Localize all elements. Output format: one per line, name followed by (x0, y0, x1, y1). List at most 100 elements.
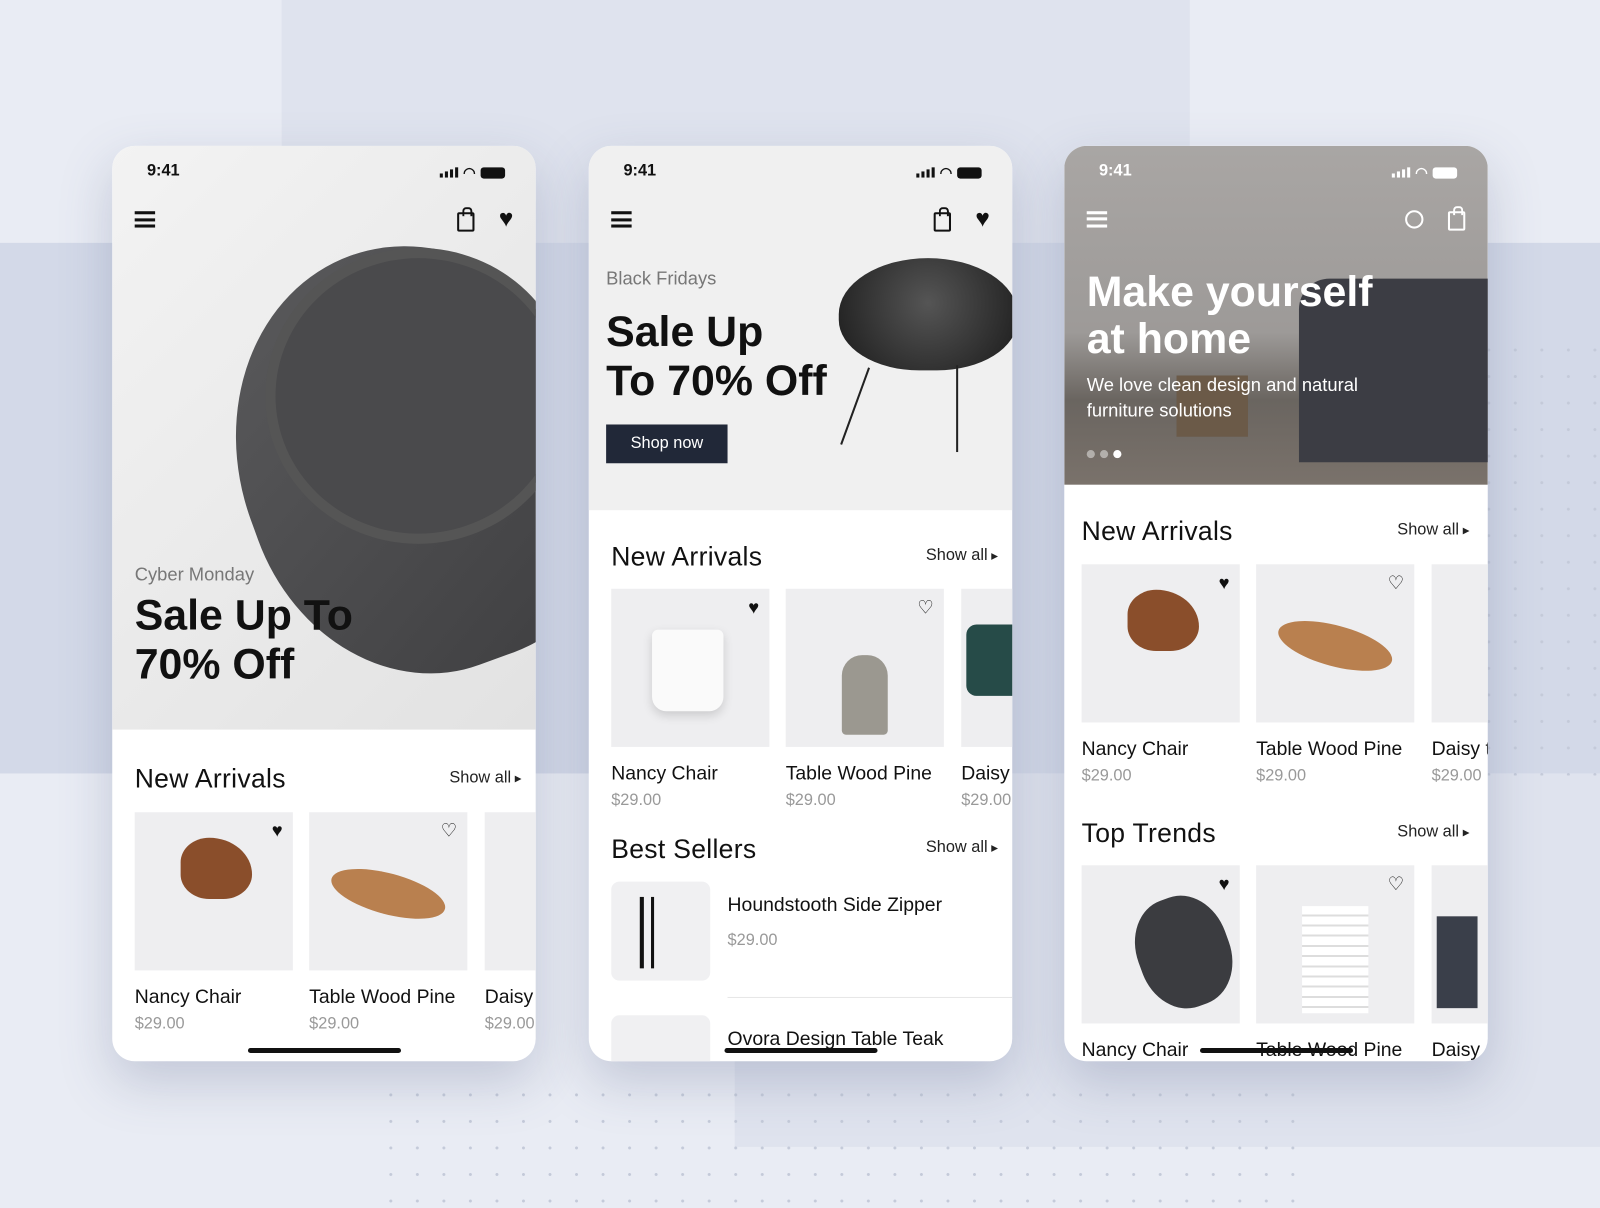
hero-subtitle: We love clean design and natural furnitu… (1087, 372, 1358, 423)
product-name: Daisy (961, 763, 1010, 785)
show-all-link[interactable]: Show all (449, 769, 521, 787)
product-thumb[interactable] (611, 1015, 711, 1062)
section-title: New Arrivals (611, 540, 763, 572)
product-image: ♥ (1081, 865, 1240, 1024)
show-all-link[interactable]: Show all (926, 839, 998, 857)
status-bar: 9:41 ◠ (1098, 162, 1458, 182)
section-title: New Arrivals (1081, 515, 1233, 546)
menu-icon[interactable] (134, 211, 156, 228)
product-card[interactable]: ♥ Nancy Chair $29.00 (1081, 564, 1240, 785)
hero-title: Sale Up To 70% Off (606, 307, 827, 405)
hero-subtitle-line: We love clean design and natural (1086, 374, 1358, 395)
status-bar: 9:41 ◠ (623, 162, 982, 182)
status-bar: 9:41 ◠ (146, 162, 506, 182)
phone-screen-2: Black Fridays Sale Up To 70% Off Shop no… (588, 145, 1013, 1062)
status-time: 9:41 (1098, 162, 1132, 180)
heart-outline-icon[interactable]: ♡ (1388, 572, 1404, 593)
product-price: $29.00 (1081, 767, 1132, 785)
heart-icon[interactable]: ♥ (499, 207, 514, 231)
product-card[interactable]: ♡Table Wood Pine (1256, 865, 1415, 1061)
product-name: Daisy t (1431, 738, 1488, 761)
signal-icon (1391, 167, 1410, 178)
product-card[interactable]: ♡ Table Wood Pine $29.00 (309, 812, 468, 1033)
show-all-link[interactable]: Show all (1397, 521, 1469, 539)
hero-title-line: 70% Off (134, 639, 295, 688)
heart-filled-icon[interactable]: ♥ (1219, 572, 1230, 593)
phone-screen-3: Make yourself at home We love clean desi… (1064, 145, 1488, 1062)
product-image: ♡ (309, 812, 468, 971)
hero-title-line: Sale Up To (134, 590, 353, 639)
hero-kicker: Black Fridays (606, 268, 717, 289)
signal-icon (439, 167, 458, 178)
product-price: $29.00 (134, 1015, 185, 1033)
heart-outline-icon[interactable]: ♡ (441, 820, 457, 841)
product-image (961, 588, 1013, 747)
clothes-rack-image (1436, 916, 1478, 1009)
carousel-dot[interactable] (1086, 449, 1095, 459)
show-all-link[interactable]: Show all (926, 547, 998, 565)
hero-title: Make yourself at home (1087, 268, 1373, 362)
battery-icon (480, 166, 506, 179)
heart-filled-icon[interactable]: ♥ (748, 597, 759, 618)
heart-filled-icon[interactable]: ♥ (272, 820, 283, 841)
product-card[interactable]: ♥ Nancy Chair $29.00 (134, 812, 293, 1033)
product-card[interactable]: Daisy $29.00 (961, 588, 1013, 810)
product-price: $29.00 (611, 791, 662, 810)
shopping-bag-icon[interactable] (456, 206, 475, 232)
product-image (1431, 564, 1488, 723)
wifi-icon: ◠ (463, 163, 476, 181)
product-image: ♥ (134, 812, 293, 971)
product-card[interactable]: Daisy t $29.00 (1431, 564, 1488, 785)
hero-banner: Black Fridays Sale Up To 70% Off Shop no… (588, 145, 1013, 511)
carousel-dots[interactable] (1086, 449, 1122, 459)
product-name[interactable]: Houndstooth Side Zipper (728, 895, 942, 917)
menu-icon[interactable] (611, 211, 632, 228)
hero-title-line: To 70% Off (606, 356, 827, 405)
carousel-dot[interactable] (1099, 449, 1109, 459)
product-image (484, 812, 536, 971)
product-card[interactable]: Daisy $29.00 (484, 812, 536, 1033)
heart-filled-icon[interactable]: ♥ (1219, 873, 1230, 894)
product-price: $29.00 (484, 1015, 535, 1033)
product-name: Daisy (484, 986, 534, 1009)
phone-screen-1: Cyber Monday Sale Up To 70% Off 9:41 ◠ ♥ … (112, 145, 536, 1062)
chair-image (966, 624, 1013, 696)
show-all-link[interactable]: Show all (1397, 823, 1469, 841)
section-title: Top Trends (1081, 817, 1216, 848)
home-indicator (1199, 1047, 1353, 1054)
battery-icon (957, 166, 982, 179)
chair-image (639, 896, 655, 969)
status-time: 9:41 (623, 162, 657, 180)
battery-icon (1432, 166, 1458, 179)
dot-pattern (377, 1081, 1296, 1208)
product-name: Nancy Chair (134, 986, 242, 1009)
product-card[interactable]: ♥ Nancy Chair (1081, 865, 1240, 1061)
status-time: 9:41 (146, 162, 180, 180)
wifi-icon: ◠ (1415, 163, 1428, 181)
heart-outline-icon[interactable]: ♡ (917, 597, 933, 618)
lounge-chair-image (1273, 611, 1398, 681)
menu-icon[interactable] (1086, 210, 1108, 228)
chair-leg (956, 365, 959, 453)
mug-image (652, 629, 724, 712)
carousel-dot-active[interactable] (1113, 449, 1122, 459)
product-name: Table Wood Pine (785, 763, 932, 785)
shopping-bag-icon[interactable] (933, 206, 951, 232)
product-card[interactable]: ♡ Table Wood Pine $29.00 (785, 588, 944, 810)
product-image (1431, 865, 1488, 1024)
product-price: $29.00 (727, 931, 778, 949)
product-price: $29.00 (1431, 767, 1482, 785)
chair-image (180, 837, 253, 899)
hero-banner: Cyber Monday Sale Up To 70% Off (112, 145, 536, 730)
search-icon[interactable] (1405, 209, 1424, 229)
product-name: Nancy Chair (1081, 738, 1189, 761)
product-card[interactable]: ♥ Nancy Chair $29.00 (611, 588, 770, 810)
shop-now-button[interactable]: Shop now (606, 424, 728, 464)
product-image: ♥ (1081, 564, 1240, 723)
product-card[interactable]: ♡ Table Wood Pine $29.00 (1256, 564, 1415, 785)
heart-icon[interactable]: ♥ (975, 207, 990, 231)
heart-outline-icon[interactable]: ♡ (1388, 873, 1404, 894)
shopping-bag-icon[interactable] (1447, 206, 1466, 231)
product-card[interactable]: Daisy (1431, 865, 1488, 1061)
product-thumb[interactable] (611, 881, 711, 981)
